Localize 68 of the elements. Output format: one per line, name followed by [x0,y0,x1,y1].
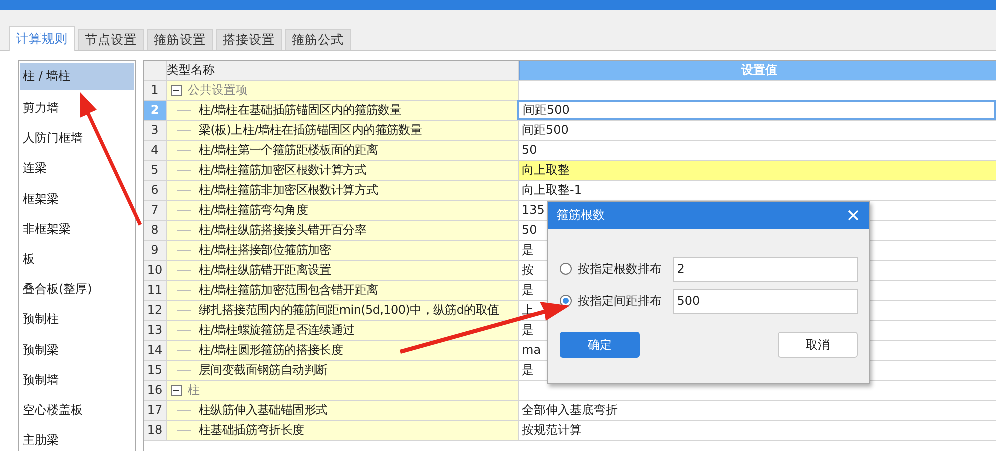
sidebar-item[interactable]: 板 [20,244,134,274]
row-number: 9 [144,241,167,260]
row-number: 14 [144,341,167,360]
setting-name: 柱/墙柱箍筋加密区根数计算方式 [199,162,367,179]
row-number: 8 [144,221,167,240]
setting-name: 柱/墙柱纵筋搭接接头错开百分率 [199,222,367,239]
row-number: 17 [144,401,167,420]
setting-name: 柱纵筋伸入基础锚固形式 [199,402,328,419]
collapse-icon[interactable] [171,85,182,96]
setting-name: 柱/墙柱箍筋非加密区根数计算方式 [199,182,378,199]
setting-name: 柱基础插筋弯折长度 [199,422,304,439]
setting-name: 柱/墙柱第一个箍筋距楼板面的距离 [199,142,378,159]
sidebar-item[interactable]: 预制墙 [20,364,134,395]
sidebar-item[interactable]: 叠合板(整厚) [20,274,134,304]
row-number: 5 [144,161,167,180]
row-number: 2 [144,101,167,120]
row-number: 7 [144,201,167,220]
setting-name: 梁(板)上柱/墙柱在插筋锚固区内的箍筋数量 [199,122,422,139]
setting-name: 柱/墙柱纵筋错开距离设置 [199,262,332,279]
cancel-button[interactable]: 取消 [778,332,858,358]
group-name: 柱 [188,382,200,399]
radio-button[interactable] [560,295,572,307]
sidebar-item[interactable]: 空心楼盖板 [20,394,134,426]
row-number: 3 [144,121,167,140]
setting-name: 柱/墙柱箍筋弯勾角度 [199,202,308,219]
row-number: 16 [144,381,167,400]
sidebar-item[interactable]: 非框架梁 [20,214,134,244]
row-number: 11 [144,281,167,300]
collapse-icon[interactable] [171,385,182,396]
column-header: 类型名称 [167,61,519,80]
setting-name: 柱/墙柱螺旋箍筋是否连续通过 [199,322,355,339]
tab[interactable]: 节点设置 [78,29,144,50]
sidebar-item[interactable]: 人防门框墙 [20,123,134,154]
input-field[interactable]: 2 [673,256,858,282]
setting-name: 柱/墙柱在基础插筋锚固区内的箍筋数量 [199,102,402,119]
close-icon[interactable] [848,210,859,221]
option-label: 按指定根数排布 [578,260,663,278]
value-input[interactable]: 间距500 [517,100,996,120]
group-name: 公共设置项 [188,82,248,99]
sidebar-item[interactable]: 主肋梁 [20,425,134,451]
sidebar-item[interactable]: 连梁 [20,153,134,184]
row-number: 4 [144,141,167,160]
sidebar-item[interactable]: 剪力墙 [20,93,134,124]
sidebar-item[interactable]: 预制梁 [20,334,134,365]
row-number: 15 [144,361,167,380]
column-header: 设置值 [519,61,996,80]
sidebar-item[interactable]: 柱 / 墙柱 [20,63,134,90]
confirm-button[interactable]: 确定 [560,332,640,358]
row-number: 12 [144,301,167,320]
row-number: 10 [144,261,167,280]
setting-name: 柱/墙柱圆形箍筋的搭接长度 [199,342,344,359]
value-cell: 向上取整 [519,161,996,180]
setting-name: 柱/墙柱箍筋加密范围包含错开距离 [199,282,378,299]
tab[interactable]: 计算规则 [9,26,75,51]
row-number: 6 [144,181,167,200]
input-field[interactable]: 500 [673,288,858,314]
sidebar-item[interactable]: 预制柱 [20,304,134,334]
setting-name: 柱/墙柱搭接部位箍筋加密 [199,242,332,259]
tab[interactable]: 箍筋设置 [147,29,213,50]
row-number: 13 [144,321,167,340]
row-number: 18 [144,421,167,440]
row-number: 1 [144,81,167,100]
tab[interactable]: 箍筋公式 [285,29,351,50]
setting-name: 层间变截面钢筋自动判断 [199,362,328,379]
radio-button[interactable] [560,263,572,275]
tab[interactable]: 搭接设置 [216,29,282,50]
sidebar-item[interactable]: 框架梁 [20,184,134,214]
setting-name: 绑扎搭接范围内的箍筋间距min(5d,100)中，纵筋d的取值 [199,302,500,319]
